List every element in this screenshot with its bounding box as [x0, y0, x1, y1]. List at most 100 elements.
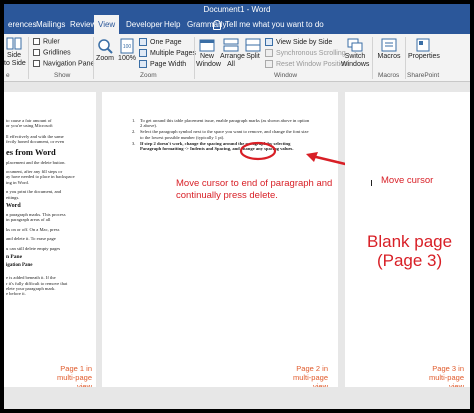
list-item-number: 3.: [132, 140, 136, 146]
sync-scrolling-button[interactable]: Synchronous Scrolling: [265, 49, 346, 58]
gridlines-label: Gridlines: [43, 49, 71, 57]
arrange-all-icon: [223, 38, 239, 52]
list-item-text: Select the paragraph symbol next to the …: [140, 129, 309, 140]
page-1-line: fectly honed document, or even: [6, 139, 65, 145]
multiple-pages-button[interactable]: Multiple Pages: [139, 49, 196, 58]
show-group-label: Show: [54, 72, 71, 79]
one-page-label: One Page: [150, 38, 182, 46]
page-1-subheading: Word: [6, 203, 21, 210]
properties-label: Properties: [408, 53, 440, 60]
list-item-text: To get around this table placement issue…: [140, 118, 310, 129]
side-to-side-icon: [6, 37, 22, 50]
tab-view[interactable]: View: [94, 15, 120, 34]
annotation-text: Move cursor to end of paragraph and cont…: [176, 178, 332, 202]
navigation-pane-check-box[interactable]: [33, 60, 40, 67]
svg-text:100: 100: [123, 44, 132, 50]
zoom-button[interactable]: Zoom: [95, 38, 115, 63]
page-width-button[interactable]: Page Width: [139, 60, 186, 69]
ribbon-separator: [194, 37, 195, 79]
side-to-side-label-2: to Side: [4, 60, 26, 67]
new-window-button[interactable]: New Window: [196, 38, 221, 69]
zoom-icon: [98, 39, 113, 54]
split-button[interactable]: Split: [244, 38, 262, 61]
list-item: 3. If step 2 doesn't work, change the sp…: [132, 141, 310, 152]
page-3-caption: Page 3 in multi-page view: [429, 364, 464, 387]
page-1[interactable]: to cause a fair amount of or you're usin…: [4, 92, 96, 387]
new-window-label-1: New: [199, 53, 214, 60]
new-window-label-2: Window: [196, 61, 221, 68]
tell-me-box[interactable]: Tell me what you want to do: [213, 15, 324, 34]
page-2-caption-line: multi-page: [292, 373, 328, 382]
page-3-caption-line: view: [448, 382, 464, 387]
list-item: 2. Select the paragraph symbol next to t…: [132, 129, 310, 140]
view-side-by-side-label: View Side by Side: [276, 38, 333, 46]
switch-windows-label-1: Switch: [344, 53, 366, 60]
page-1-line: u can still delete empty pages: [6, 245, 61, 251]
ruler-check-box[interactable]: [33, 38, 40, 45]
left-group-label: e: [6, 72, 10, 79]
red-circle-highlight: [239, 141, 277, 161]
page-2-list: 1. To get around this table placement is…: [132, 118, 310, 151]
macros-button[interactable]: Macros: [376, 38, 402, 61]
page-1-heading: es from Word: [6, 146, 56, 157]
page-3[interactable]: Move cursor Blank page (Page 3) Page 3 i…: [345, 92, 470, 387]
gridlines-checkbox[interactable]: Gridlines: [33, 49, 71, 57]
list-item-number: 1.: [132, 118, 136, 123]
tab-help[interactable]: Help: [160, 15, 184, 34]
tell-me-text: Tell me what you want to do: [225, 20, 324, 29]
list-item: 1. To get around this table placement is…: [132, 118, 310, 129]
ribbon-separator: [93, 37, 94, 79]
view-side-by-side-button[interactable]: View Side by Side: [265, 38, 332, 47]
page-width-label: Page Width: [150, 60, 187, 68]
page-1-text: to cause a fair amount of or you're usin…: [6, 118, 94, 297]
ribbon-separator: [405, 37, 406, 79]
page-1-line: ettings.: [6, 194, 20, 200]
macros-group-label: Macros: [378, 72, 400, 79]
annotation-line: Move cursor to end of paragraph and: [176, 178, 333, 189]
blank-page-title: Blank page: [367, 232, 453, 251]
tab-mailings[interactable]: Mailings: [32, 15, 69, 34]
page-3-caption-line: Page 3 in: [432, 364, 464, 373]
split-label: Split: [246, 53, 260, 60]
page-2-caption-line: Page 2 in: [296, 364, 328, 373]
multiple-pages-label: Multiple Pages: [150, 49, 196, 57]
zoom-100-button[interactable]: 100 100%: [117, 38, 137, 63]
window-title: Document1 - Word: [203, 5, 271, 14]
side-to-side-label-1: Side: [6, 52, 21, 59]
switch-windows-icon: [347, 38, 363, 52]
switch-windows-label-2: Windows: [341, 61, 370, 68]
ribbon-separator: [28, 37, 29, 79]
word-window: Document1 - Word erences Mailings Review…: [4, 4, 470, 409]
zoom-label: Zoom: [96, 55, 114, 62]
lightbulb-icon: [213, 19, 221, 30]
switch-windows-button[interactable]: Switch Windows: [341, 38, 369, 69]
navigation-pane-checkbox[interactable]: Navigation Pane: [33, 60, 94, 68]
split-icon: [245, 38, 261, 52]
page-2-caption-line: view: [312, 382, 328, 387]
side-to-side-button[interactable]: Side to Side: [4, 37, 26, 68]
page-1-caption-line: view: [76, 382, 92, 387]
page-1-line: e before it.: [6, 291, 26, 297]
blank-page-subtitle: (Page 3): [376, 251, 443, 270]
move-cursor-label: Move cursor: [381, 175, 434, 186]
ruler-label: Ruler: [43, 38, 60, 46]
list-item-text: If step 2 doesn't work, change the spaci…: [140, 140, 294, 152]
sync-scrolling-icon: [265, 49, 273, 57]
one-page-icon: [139, 38, 147, 46]
page-1-caption: Page 1 in multi-page view: [57, 364, 92, 387]
macros-icon: [381, 38, 397, 52]
view-side-by-side-icon: [265, 38, 273, 46]
properties-button[interactable]: Properties: [408, 38, 440, 61]
page-3-caption-line: multi-page: [428, 373, 464, 382]
ruler-checkbox[interactable]: Ruler: [33, 38, 60, 46]
properties-icon: [416, 38, 430, 52]
page-2[interactable]: 1. To get around this table placement is…: [102, 92, 338, 387]
new-window-icon: [199, 39, 215, 52]
page-2-caption: Page 2 in multi-page view: [293, 364, 328, 387]
arrange-all-button[interactable]: Arrange All: [220, 38, 245, 69]
gridlines-check-box[interactable]: [33, 49, 40, 56]
one-page-button[interactable]: One Page: [139, 38, 182, 47]
reset-window-position-button[interactable]: Reset Window Position: [265, 60, 348, 69]
arrange-all-label-2: All: [227, 61, 235, 68]
page-1-caption-line: Page 1 in: [60, 364, 92, 373]
